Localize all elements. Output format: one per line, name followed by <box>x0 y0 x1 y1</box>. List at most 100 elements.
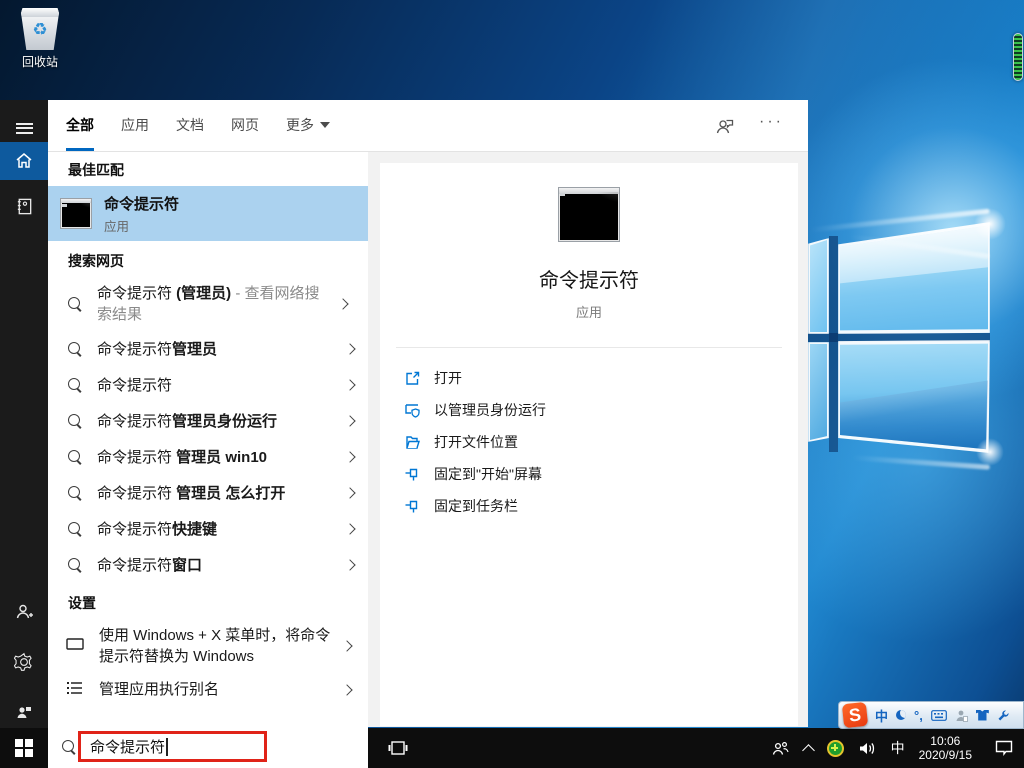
tab-more-label: 更多 <box>286 117 314 133</box>
file-location-icon <box>406 435 420 449</box>
action-label: 以管理员身份运行 <box>434 402 546 418</box>
section-header-web-search: 搜索网页 <box>68 253 124 269</box>
system-tray: 中 10:06 2020/9/15 <box>771 728 1024 768</box>
query-text: 命令提示符 <box>97 520 173 538</box>
task-view-button[interactable] <box>376 728 420 768</box>
feedback-bubble-icon[interactable] <box>713 114 737 138</box>
chevron-right-icon <box>337 298 349 310</box>
query-text: 命令提示符 <box>97 376 173 394</box>
search-detail-panel: 命令提示符 应用 打开 以管理员身份运行 打开文件位置 固定到"开始"屏幕 固定… <box>380 163 798 726</box>
hero-pane-top-left <box>808 238 829 334</box>
tray-overflow-chevron-icon[interactable] <box>801 743 815 757</box>
taskbar-clock[interactable]: 10:06 2020/9/15 <box>919 734 972 762</box>
tab-all[interactable]: 全部 <box>66 100 94 151</box>
tab-documents[interactable]: 文档 <box>176 100 204 151</box>
toolbox-wrench-icon[interactable] <box>997 709 1010 722</box>
web-search-item[interactable]: 命令提示符窗口 <box>48 547 368 583</box>
web-search-item[interactable]: 命令提示符 <box>48 367 368 403</box>
ime-mode-chinese[interactable]: 中 <box>875 706 888 725</box>
best-match-title: 命令提示符 <box>104 195 180 213</box>
query-bold: 管理员 <box>172 340 218 358</box>
search-flyout-sidebar <box>0 100 48 768</box>
skin-icon[interactable] <box>975 709 989 721</box>
section-header-best-match: 最佳匹配 <box>68 162 124 178</box>
home-icon <box>16 153 32 168</box>
people-icon[interactable] <box>771 740 790 757</box>
query-text: 命令提示符 <box>97 412 173 430</box>
account-add-icon <box>16 604 33 619</box>
search-flyout-body: 最佳匹配 命令提示符 应用 搜索网页 命令提示符 (管理员) - 查看网络搜索结… <box>48 152 808 727</box>
green-security-icon[interactable] <box>826 739 844 757</box>
action-center-icon[interactable] <box>994 739 1014 757</box>
ime-indicator[interactable]: 中 <box>891 738 905 758</box>
query-text: 命令提示符 <box>97 556 173 574</box>
search-icon <box>68 413 83 429</box>
action-open-file-location[interactable]: 打开文件位置 <box>380 426 798 458</box>
soft-keyboard-icon[interactable] <box>930 709 947 721</box>
action-label: 固定到任务栏 <box>434 498 518 514</box>
cmd-icon <box>60 198 92 229</box>
sidebar-item-home[interactable] <box>0 142 48 180</box>
sidebar-item-settings[interactable] <box>0 642 48 682</box>
moon-icon[interactable] <box>896 710 907 720</box>
taskbar-search-input[interactable]: 命令提示符 <box>90 736 165 757</box>
search-icon <box>68 485 83 501</box>
action-run-as-admin[interactable]: 以管理员身份运行 <box>380 394 798 426</box>
best-match-item[interactable]: 命令提示符 应用 <box>48 186 368 241</box>
action-label: 打开 <box>434 370 462 386</box>
sidebar-item-account[interactable] <box>0 592 48 632</box>
memory-usage-gauge[interactable] <box>1013 33 1023 81</box>
tab-web[interactable]: 网页 <box>231 100 259 151</box>
settings-item-label: 管理应用执行别名 <box>99 681 220 698</box>
action-pin-to-start[interactable]: 固定到"开始"屏幕 <box>380 458 798 490</box>
punctuation-icon[interactable]: °, <box>914 708 923 723</box>
account-icon[interactable] <box>955 709 968 722</box>
settings-item-label: 使用 Windows + X 菜单时，将命令提示符替换为 Windows <box>99 627 331 665</box>
tab-web-label: 网页 <box>231 117 259 133</box>
chevron-right-icon <box>341 683 353 696</box>
hero-pane-bottom-left <box>808 342 829 442</box>
settings-item[interactable]: 使用 Windows + X 菜单时，将命令提示符替换为 Windows <box>48 619 368 673</box>
web-search-item[interactable]: 命令提示符快捷键 <box>48 511 368 547</box>
desktop: ♻ 回收站 全部 应用 文档 网页 更多 ··· 最佳匹配 命令提示符 应用 搜… <box>0 0 1024 768</box>
action-pin-to-taskbar[interactable]: 固定到任务栏 <box>380 490 798 522</box>
tab-more[interactable]: 更多 <box>286 100 330 151</box>
text-cursor <box>166 737 168 756</box>
hero-glow <box>976 438 1004 466</box>
web-search-item[interactable]: 命令提示符管理员身份运行 <box>48 403 368 439</box>
journal-icon <box>17 198 31 214</box>
sogou-logo-icon[interactable]: S <box>841 701 869 729</box>
query-text: 命令提示符 <box>97 285 177 302</box>
query-bold: 管理员 win10 <box>176 448 268 466</box>
hero-pane-bottom-right <box>838 340 990 454</box>
web-search-item[interactable]: 命令提示符 (管理员) - 查看网络搜索结果 <box>48 277 368 331</box>
settings-item[interactable]: 管理应用执行别名 <box>48 673 368 706</box>
start-button[interactable] <box>0 728 48 768</box>
web-search-item[interactable]: 命令提示符管理员 <box>48 331 368 367</box>
cmd-icon-large <box>558 187 620 242</box>
task-view-icon <box>388 741 408 755</box>
web-search-item[interactable]: 命令提示符 管理员 win10 <box>48 439 368 475</box>
clock-time: 10:06 <box>930 734 961 748</box>
recycle-bin-label: 回收站 <box>21 55 58 69</box>
search-results-list: 最佳匹配 命令提示符 应用 搜索网页 命令提示符 (管理员) - 查看网络搜索结… <box>48 152 368 727</box>
chevron-right-icon <box>341 640 353 652</box>
web-search-item[interactable]: 命令提示符 管理员 怎么打开 <box>48 475 368 511</box>
clock-date: 2020/9/15 <box>918 748 972 762</box>
speaker-icon[interactable] <box>858 740 877 757</box>
ellipsis-icon[interactable]: ··· <box>759 113 784 135</box>
sidebar-item-feedback[interactable] <box>0 692 48 732</box>
tab-documents-label: 文档 <box>176 117 204 133</box>
best-match-subtitle: 应用 <box>104 219 130 234</box>
search-icon <box>68 341 83 357</box>
list-icon <box>66 680 86 700</box>
sidebar-item-journal[interactable] <box>0 186 48 226</box>
windows-logo-icon <box>15 739 33 757</box>
sogou-ime-toolbar: S 中 °, <box>838 701 1024 729</box>
action-open[interactable]: 打开 <box>380 362 798 394</box>
recycle-bin-shortcut[interactable]: ♻ 回收站 <box>12 8 68 70</box>
action-label: 固定到"开始"屏幕 <box>434 466 542 482</box>
chevron-right-icon <box>344 379 356 391</box>
tab-apps[interactable]: 应用 <box>121 100 149 151</box>
query-bold: 窗口 <box>172 556 203 574</box>
